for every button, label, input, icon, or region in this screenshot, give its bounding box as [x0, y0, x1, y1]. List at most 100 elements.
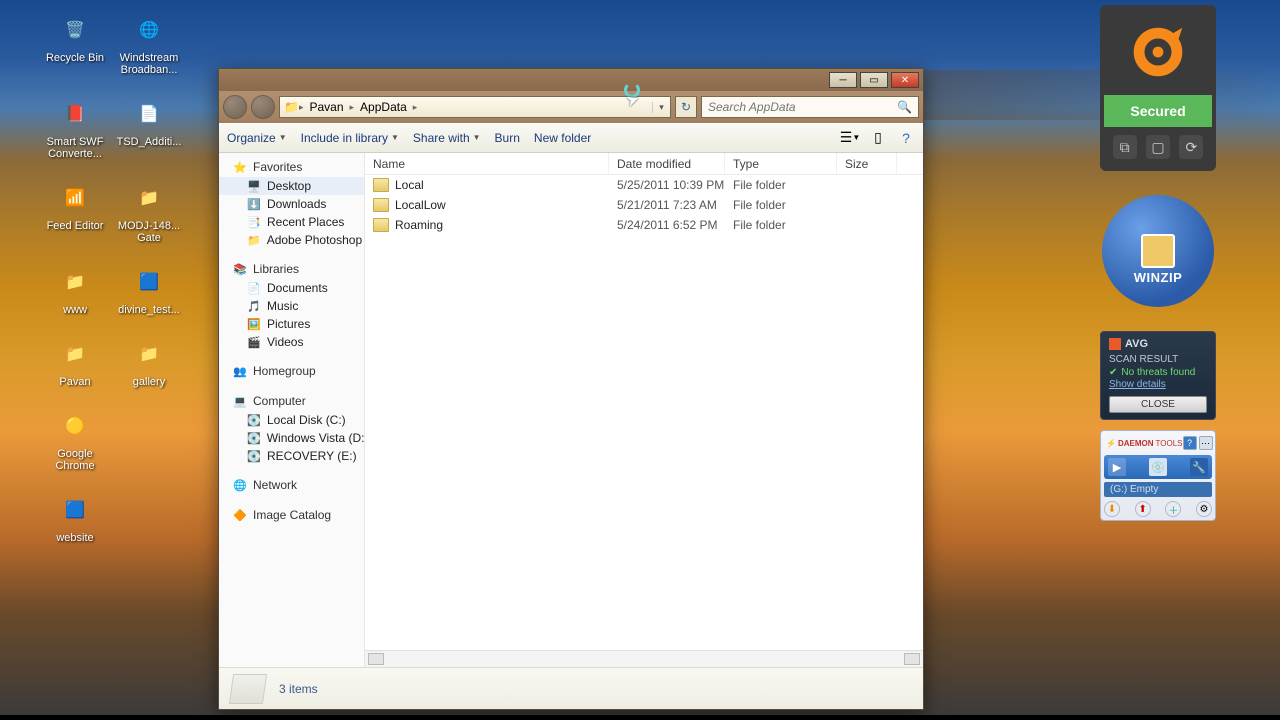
nav-image-catalog[interactable]: 🔶Image Catalog — [219, 505, 364, 525]
nav-drive-d[interactable]: 💽Windows Vista (D:) — [219, 429, 364, 447]
toolbar: Organize▼ Include in library▼ Share with… — [219, 123, 923, 153]
desktop-icon-divine[interactable]: 🟦divine_test... — [114, 262, 184, 316]
avg-close-button[interactable]: CLOSE — [1109, 396, 1207, 413]
daemon-settings-button[interactable]: ⋯ — [1199, 436, 1213, 450]
avast-logo-icon — [1104, 9, 1212, 95]
maximize-button[interactable]: ▭ — [860, 72, 888, 88]
table-row[interactable]: Roaming5/24/2011 6:52 PMFile folder — [365, 215, 923, 235]
col-date[interactable]: Date modified — [609, 153, 725, 174]
avg-scan-label: SCAN RESULT — [1109, 354, 1207, 365]
search-box[interactable]: 🔍 — [701, 96, 919, 118]
daemon-ft-2[interactable]: ⬆ — [1135, 501, 1151, 517]
desktop-icons: 🗑️Recycle Bin 🌐Windstream Broadban... 📕S… — [40, 10, 190, 562]
nav-downloads[interactable]: ⬇️Downloads — [219, 195, 364, 213]
navigation-pane: ⭐Favorites 🖥️Desktop ⬇️Downloads 📑Recent… — [219, 153, 365, 667]
avg-brand: AVG — [1125, 338, 1148, 350]
daemon-ft-1[interactable]: ⬇ — [1104, 501, 1120, 517]
breadcrumb-appdata[interactable]: AppData — [354, 100, 413, 114]
back-button[interactable] — [223, 95, 247, 119]
view-menu[interactable]: ☰ ▼ — [841, 129, 859, 147]
nav-homegroup[interactable]: 👥Homegroup — [219, 361, 364, 381]
desktop-icon-tsd[interactable]: 📄TSD_Additi... — [114, 94, 184, 160]
daemon-ft-3[interactable]: ＋ — [1165, 501, 1181, 517]
nav-documents[interactable]: 📄Documents — [219, 279, 364, 297]
avg-gadget[interactable]: AVG SCAN RESULT ✔ No threats found Show d… — [1100, 331, 1216, 420]
breadcrumb-pavan[interactable]: Pavan — [303, 100, 349, 114]
folder-icon — [373, 178, 389, 192]
daemon-ft-4[interactable]: ⚙ — [1196, 501, 1212, 517]
address-dropdown[interactable]: ▾ — [652, 102, 670, 113]
avg-flag-icon — [1109, 338, 1121, 350]
avg-result: No threats found — [1121, 367, 1195, 378]
check-icon: ✔ — [1109, 367, 1117, 378]
folder-icon — [373, 198, 389, 212]
col-name[interactable]: Name — [365, 153, 609, 174]
col-size[interactable]: Size — [837, 153, 897, 174]
nav-drive-e[interactable]: 💽RECOVERY (E:) — [219, 447, 364, 465]
explorer-window: ─ ▭ ✕ 📁 ▸ Pavan ▸ AppData ▸ ▾ ↻ 🔍 Organi… — [218, 68, 924, 710]
desktop-icon-swf[interactable]: 📕Smart SWF Converte... — [40, 94, 110, 160]
titlebar[interactable]: ─ ▭ ✕ — [219, 69, 923, 91]
avast-button-1[interactable]: ⧉ — [1113, 135, 1137, 159]
avast-button-2[interactable]: ▢ — [1146, 135, 1170, 159]
organize-menu[interactable]: Organize▼ — [227, 131, 287, 145]
desktop-icon-gallery[interactable]: 📁gallery — [114, 334, 184, 388]
daemon-drive-icon: 💿 — [1149, 458, 1167, 476]
daemon-tools-gadget[interactable]: ⚡DAEMON TOOLS ? ⋯ ▶ 💿 🔧 (G:) Empty ⬇ ⬆ ＋… — [1100, 430, 1216, 521]
avast-button-3[interactable]: ⟳ — [1179, 135, 1203, 159]
daemon-drive-label[interactable]: (G:) Empty — [1104, 482, 1212, 497]
col-type[interactable]: Type — [725, 153, 837, 174]
desktop-icon-feed[interactable]: 📶Feed Editor — [40, 178, 110, 244]
close-button[interactable]: ✕ — [891, 72, 919, 88]
desktop-icon-chrome[interactable]: 🟡Google Chrome — [40, 406, 110, 472]
desktop-icon-recycle-bin[interactable]: 🗑️Recycle Bin — [40, 10, 110, 76]
star-icon: ⭐ — [233, 160, 247, 174]
table-row[interactable]: Local5/25/2011 10:39 PMFile folder — [365, 175, 923, 195]
nav-pictures[interactable]: 🖼️Pictures — [219, 315, 364, 333]
nav-network[interactable]: 🌐Network — [219, 475, 364, 495]
desktop-icon-www[interactable]: 📁www — [40, 262, 110, 316]
column-headers[interactable]: Name Date modified Type Size — [365, 153, 923, 175]
horizontal-scrollbar[interactable] — [365, 650, 923, 667]
nav-photoshop[interactable]: 📁Adobe Photoshop C — [219, 231, 364, 249]
nav-drive-c[interactable]: 💽Local Disk (C:) — [219, 411, 364, 429]
help-button[interactable]: ? — [897, 129, 915, 147]
file-list-area: Name Date modified Type Size Local5/25/2… — [365, 153, 923, 667]
daemon-wrench-button[interactable]: 🔧 — [1190, 458, 1208, 476]
daemon-play-button[interactable]: ▶ — [1108, 458, 1126, 476]
share-with-menu[interactable]: Share with▼ — [413, 131, 481, 145]
forward-button[interactable] — [251, 95, 275, 119]
refresh-button[interactable]: ↻ — [675, 96, 697, 118]
nav-videos[interactable]: 🎬Videos — [219, 333, 364, 351]
nav-computer[interactable]: 💻Computer — [219, 391, 364, 411]
avast-status: Secured — [1104, 95, 1212, 127]
new-folder-button[interactable]: New folder — [534, 131, 591, 145]
nav-music[interactable]: 🎵Music — [219, 297, 364, 315]
burn-button[interactable]: Burn — [495, 131, 520, 145]
desktop-icon-modj[interactable]: 📁MODJ-148... Gate — [114, 178, 184, 244]
folder-icon: 📁 — [284, 100, 299, 114]
winzip-label: WINZIP — [1134, 270, 1183, 285]
desktop-icon-pavan[interactable]: 📁Pavan — [40, 334, 110, 388]
nav-libraries[interactable]: 📚Libraries — [219, 259, 364, 279]
nav-desktop[interactable]: 🖥️Desktop — [219, 177, 364, 195]
table-row[interactable]: LocalLow5/21/2011 7:23 AMFile folder — [365, 195, 923, 215]
winzip-gadget[interactable]: WINZIP — [1100, 181, 1216, 321]
winzip-box-icon — [1141, 234, 1175, 268]
search-input[interactable] — [708, 100, 897, 114]
nav-row: 📁 ▸ Pavan ▸ AppData ▸ ▾ ↻ 🔍 — [219, 91, 923, 123]
folder-icon — [373, 218, 389, 232]
avast-gadget[interactable]: Secured ⧉ ▢ ⟳ — [1100, 5, 1216, 171]
address-bar[interactable]: 📁 ▸ Pavan ▸ AppData ▸ ▾ — [279, 96, 671, 118]
nav-favorites[interactable]: ⭐Favorites — [219, 157, 364, 177]
bolt-icon: ⚡ — [1106, 439, 1116, 448]
avg-details-link[interactable]: Show details — [1109, 379, 1166, 390]
desktop-icon-website[interactable]: 🟦website — [40, 490, 110, 544]
daemon-help-button[interactable]: ? — [1183, 436, 1197, 450]
desktop-icon-windstream[interactable]: 🌐Windstream Broadban... — [114, 10, 184, 76]
preview-pane-button[interactable]: ▯ — [869, 129, 887, 147]
nav-recent[interactable]: 📑Recent Places — [219, 213, 364, 231]
minimize-button[interactable]: ─ — [829, 72, 857, 88]
status-bar: 3 items — [219, 667, 923, 709]
include-library-menu[interactable]: Include in library▼ — [301, 131, 399, 145]
